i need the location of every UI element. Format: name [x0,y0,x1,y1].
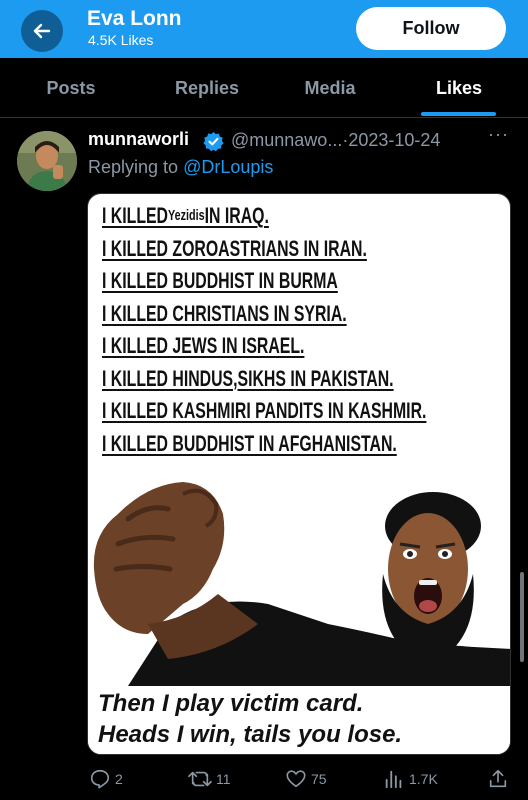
meme-line: I KILLED KASHMIRI PANDITS IN KASHMIR. [102,398,427,423]
profile-header: Eva Lonn 4.5K Likes Follow [0,0,528,58]
meme-caption: Then I play victim card. Heads I win, ta… [88,686,510,754]
meme-line: I KILLED ZOROASTRIANS IN IRAN. [102,235,367,261]
active-tab-indicator [421,112,496,116]
tab-replies[interactable]: Replies [160,58,254,118]
reply-icon [90,769,110,789]
tweet-media-image[interactable]: I KILLEDYezidisIN IRAQ. I KILLED ZOROAST… [87,193,511,755]
post-date[interactable]: 2023-10-24 [348,130,440,150]
share-icon [489,769,507,788]
share-button[interactable] [487,764,513,794]
avatar[interactable] [17,131,77,191]
meme-line: I KILLED BUDDHIST IN BURMA [102,268,338,293]
meme-illustration [88,474,510,686]
meme-line: I KILLED JEWS IN ISRAEL. [102,333,305,358]
repost-icon [188,771,212,787]
profile-tabs: Posts Replies Media Likes [0,58,528,118]
meme-line: I KILLEDYezidisIN IRAQ. [102,203,269,228]
more-icon[interactable]: ··· [488,124,509,145]
tab-likes[interactable]: Likes [420,58,498,118]
profile-name: Eva Lonn [87,7,182,30]
follow-button[interactable]: Follow [356,7,506,50]
likes-count: 4.5K Likes [88,32,154,48]
repost-button[interactable]: 11 [188,764,231,794]
meme-text-block: I KILLEDYezidisIN IRAQ. I KILLED ZOROAST… [102,200,506,460]
author-name[interactable]: munnaworli [88,129,189,150]
reply-button[interactable]: 2 [89,764,123,794]
like-icon [286,770,306,788]
replying-to-mention[interactable]: @DrLoupis [183,157,273,177]
back-button[interactable] [21,10,63,52]
verified-badge-icon [203,131,224,157]
back-arrow-icon [33,23,51,39]
tab-media[interactable]: Media [290,58,370,118]
scrollbar[interactable] [520,572,524,662]
caption-line-1: Then I play victim card. [98,690,364,717]
meme-line: I KILLED CHRISTIANS IN SYRIA. [102,300,347,326]
views-icon [385,770,402,789]
replying-to-label: Replying to [88,157,179,177]
views-count: 1.7K [409,771,438,787]
meme-line: I KILLED HINDUS,SIKHS IN PAKISTAN. [102,365,394,391]
repost-count: 11 [216,771,231,787]
avatar-image [17,131,77,191]
meme-line: I KILLED BUDDHIST IN AFGHANISTAN. [102,430,397,456]
like-count: 75 [311,771,327,787]
reply-count: 2 [115,771,123,787]
tab-posts[interactable]: Posts [28,58,114,118]
author-handle-and-date: @munnawo...·2023-10-24 [231,130,440,151]
like-button[interactable]: 75 [285,764,327,794]
replying-to: Replying to @DrLoupis [88,157,273,178]
views-button[interactable]: 1.7K [383,764,438,794]
caption-line-2: Heads I win, tails you lose. [98,721,403,748]
author-handle[interactable]: @munnawo... [231,130,342,150]
